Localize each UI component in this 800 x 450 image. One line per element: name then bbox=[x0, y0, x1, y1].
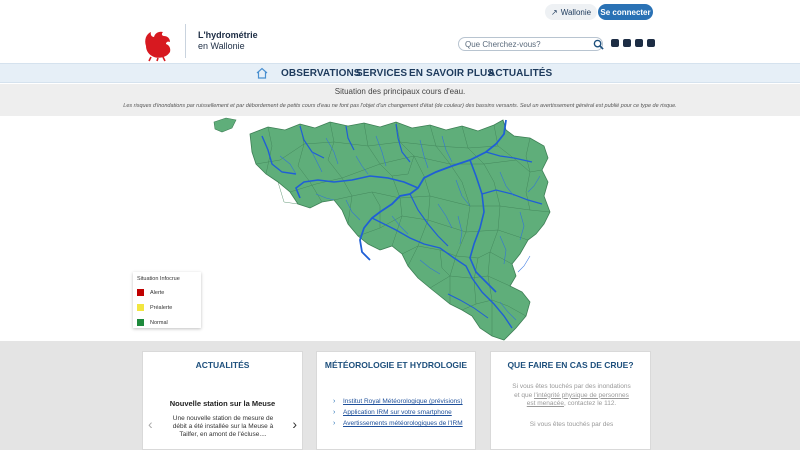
legend-swatch-alerte bbox=[137, 289, 144, 296]
card-actualites: ACTUALITÉS Nouvelle station sur la Meuse… bbox=[142, 351, 303, 450]
card-meteo: MÉTÉOROLOGIE ET HYDROLOGIE › Institut Roy… bbox=[316, 351, 476, 450]
legend-item-prealerte: Préalerte bbox=[137, 304, 172, 311]
link-irm-app[interactable]: Application IRM sur votre smartphone bbox=[343, 409, 452, 416]
map-basin-comines bbox=[213, 117, 237, 133]
legend-title: Situation Infocrue bbox=[137, 276, 180, 282]
map-region-wallonia bbox=[249, 119, 551, 341]
crue-paragraph-1: Si vous êtes touchés par des inondations… bbox=[509, 383, 634, 409]
crue-text: Si vous êtes touchés par des inondations… bbox=[509, 371, 634, 429]
legend-label-alerte: Alerte bbox=[150, 289, 165, 296]
nav-actualites[interactable]: ACTUALITÉS bbox=[488, 68, 552, 79]
twitter-icon[interactable] bbox=[623, 39, 631, 47]
legend-label-prealerte: Préalerte bbox=[150, 304, 173, 311]
site-header: L'hydrométrie en Wallonie ↗ Wallonie Se … bbox=[0, 0, 800, 63]
map-area: Situation Infocrue Alerte Préalerte Norm… bbox=[0, 116, 800, 341]
card-meteo-title: MÉTÉOROLOGIE ET HYDROLOGIE bbox=[324, 360, 468, 370]
situation-banner: Situation des principaux cours d'eau. Le… bbox=[0, 84, 800, 116]
facebook-icon[interactable] bbox=[635, 39, 643, 47]
crue-text-b: , contactez le 112. bbox=[563, 400, 617, 407]
carousel-next-icon[interactable]: › bbox=[292, 416, 297, 432]
legend-item-alerte: Alerte bbox=[137, 289, 164, 296]
social-links bbox=[611, 39, 655, 47]
crue-paragraph-2: Si vous êtes touchés par des bbox=[529, 420, 614, 428]
list-item: › Application IRM sur votre smartphone bbox=[333, 409, 473, 417]
home-icon[interactable] bbox=[256, 67, 268, 79]
youtube-icon[interactable] bbox=[647, 39, 655, 47]
card-crue-title: QUE FAIRE EN CAS DE CRUE? bbox=[507, 360, 634, 370]
nav-en-savoir-plus[interactable]: EN SAVOIR PLUS bbox=[409, 68, 494, 79]
situation-title: Situation des principaux cours d'eau. bbox=[334, 87, 466, 96]
login-button[interactable]: Se connecter bbox=[598, 4, 653, 20]
map-legend: Situation Infocrue Alerte Préalerte Norm… bbox=[133, 272, 201, 328]
logo-line1: L'hydrométrie bbox=[198, 30, 258, 40]
legend-swatch-prealerte bbox=[137, 304, 144, 311]
search-input[interactable] bbox=[465, 39, 585, 49]
legend-swatch-normal bbox=[137, 319, 144, 326]
rooster-logo-icon[interactable] bbox=[140, 26, 176, 62]
meteo-links: › Institut Royal Météorologique (prévisio… bbox=[333, 398, 473, 431]
wallonie-link[interactable]: ↗ Wallonie bbox=[545, 4, 598, 20]
search-box bbox=[458, 37, 604, 51]
main-nav: OBSERVATIONS SERVICES EN SAVOIR PLUS ACT… bbox=[0, 63, 800, 83]
site-logo-text[interactable]: L'hydrométrie en Wallonie bbox=[198, 30, 258, 52]
card-crue: QUE FAIRE EN CAS DE CRUE? Si vous êtes t… bbox=[490, 351, 651, 450]
instagram-icon[interactable] bbox=[611, 39, 619, 47]
logo-separator bbox=[185, 24, 186, 58]
search-icon[interactable] bbox=[593, 39, 604, 50]
chevron-right-icon: › bbox=[333, 398, 336, 405]
link-irm-previsions[interactable]: Institut Royal Météorologique (prévision… bbox=[343, 398, 463, 405]
situation-note: Les risques d'inondations par ruissellem… bbox=[123, 103, 677, 109]
nav-observations[interactable]: OBSERVATIONS bbox=[281, 68, 361, 79]
list-item: › Institut Royal Météorologique (prévisio… bbox=[333, 398, 473, 406]
legend-label-normal: Normal bbox=[150, 319, 168, 326]
legend-item-normal: Normal bbox=[137, 319, 168, 326]
chevron-right-icon: › bbox=[333, 409, 336, 416]
card-actualites-title[interactable]: ACTUALITÉS bbox=[143, 360, 302, 370]
chevron-right-icon: › bbox=[333, 420, 336, 427]
logo-line2: en Wallonie bbox=[198, 41, 245, 51]
info-section: ACTUALITÉS Nouvelle station sur la Meuse… bbox=[0, 341, 800, 450]
link-irm-avertissements[interactable]: Avertissements météorologiques de l'IRM bbox=[343, 420, 463, 427]
list-item: › Avertissements météorologiques de l'IRM bbox=[333, 420, 473, 428]
wallonia-map[interactable] bbox=[0, 116, 800, 341]
news-body: Une nouvelle station de mesure de débit … bbox=[172, 415, 274, 438]
carousel-prev-icon[interactable]: ‹ bbox=[148, 416, 153, 432]
wallonie-link-label: Wallonie bbox=[560, 7, 592, 17]
external-link-icon: ↗ bbox=[551, 7, 558, 17]
nav-services[interactable]: SERVICES bbox=[356, 68, 407, 79]
news-title[interactable]: Nouvelle station sur la Meuse bbox=[143, 399, 302, 408]
